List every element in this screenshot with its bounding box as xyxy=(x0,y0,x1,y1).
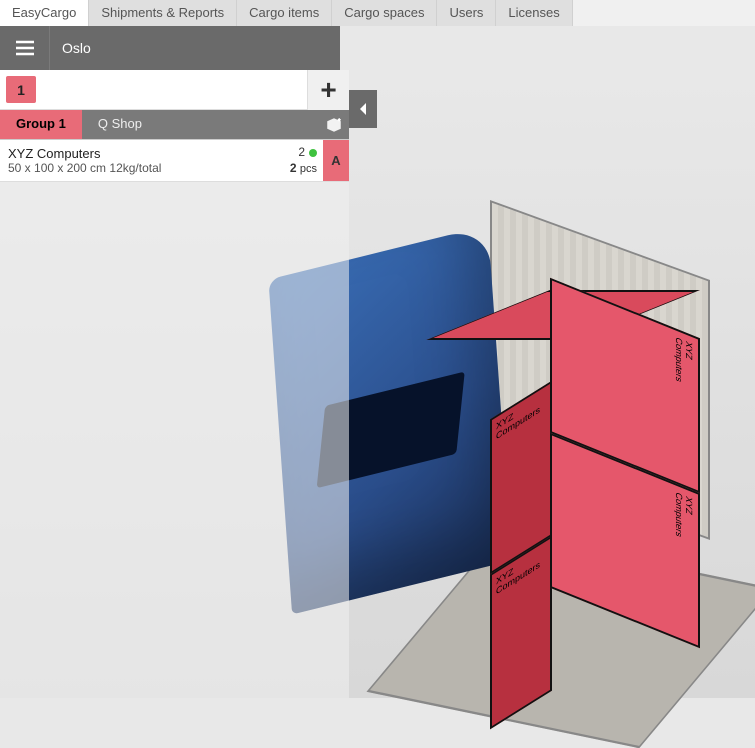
item-loaded-count: 2 xyxy=(298,145,305,161)
top-nav: EasyCargo Shipments & Reports Cargo item… xyxy=(0,0,755,26)
collapse-panel-button[interactable] xyxy=(349,90,377,128)
nav-tab-cargo-spaces[interactable]: Cargo spaces xyxy=(332,0,437,26)
trailer-floor xyxy=(367,532,755,748)
status-dot-icon xyxy=(309,149,317,157)
nav-tab-cargo-items[interactable]: Cargo items xyxy=(237,0,332,26)
item-color-swatch[interactable]: A xyxy=(323,140,349,181)
menu-icon[interactable] xyxy=(0,26,50,70)
sub-bar: Oslo xyxy=(0,26,340,70)
add-shipment-button[interactable]: + xyxy=(307,70,349,110)
nav-tab-licenses[interactable]: Licenses xyxy=(496,0,572,26)
group-tab-group1[interactable]: Group 1 xyxy=(0,110,82,139)
cargo-boxes: XYZ Computers XYZ Computers XYZ Computer… xyxy=(490,318,690,638)
item-name: XYZ Computers xyxy=(8,146,276,161)
cargo-item-row[interactable]: XYZ Computers 50 x 100 x 200 cm 12kg/tot… xyxy=(0,140,349,182)
group-spacer xyxy=(158,110,319,139)
item-main: XYZ Computers 50 x 100 x 200 cm 12kg/tot… xyxy=(0,140,284,181)
shipment-tab-1[interactable]: 1 xyxy=(6,76,36,103)
item-counts: 2 2 pcs xyxy=(284,140,323,181)
item-dimensions: 50 x 100 x 200 cm 12kg/total xyxy=(8,161,276,175)
nav-tab-shipments[interactable]: Shipments & Reports xyxy=(89,0,237,26)
item-qty: 2 xyxy=(290,161,297,175)
shipment-tab-row: 1 + xyxy=(0,70,349,110)
nav-tab-users[interactable]: Users xyxy=(437,0,496,26)
group-tab-qshop[interactable]: Q Shop xyxy=(82,110,158,139)
pcs-label: pcs xyxy=(300,163,317,175)
nav-tab-easycargo[interactable]: EasyCargo xyxy=(0,0,89,26)
shipment-title: Oslo xyxy=(50,40,91,56)
add-item-icon[interactable] xyxy=(319,110,349,139)
group-tab-row: Group 1 Q Shop xyxy=(0,110,349,140)
trailer-wall xyxy=(490,200,710,540)
side-panel: 1 + Group 1 Q Shop XYZ Computers 50 x 10… xyxy=(0,70,349,182)
